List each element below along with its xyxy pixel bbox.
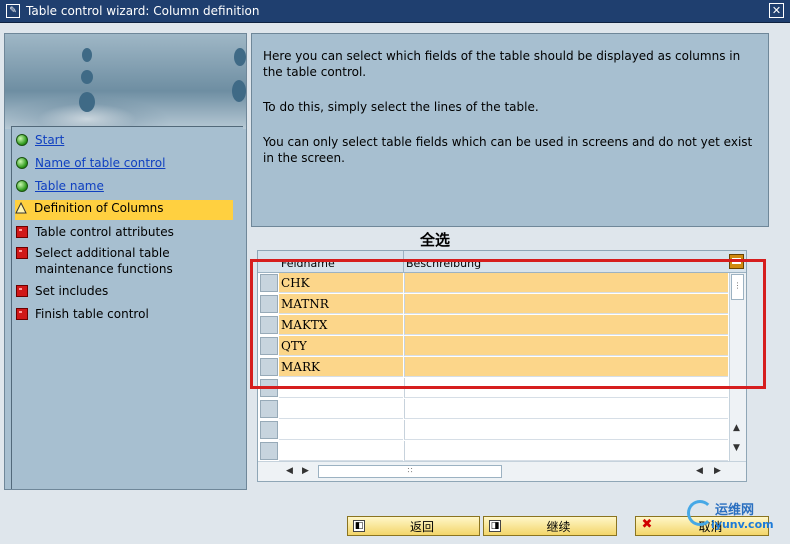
watermark-url: iyunv.com [711,518,774,531]
watermark-text: 运维网 [715,503,755,518]
step-label: Definition of Columns [34,201,164,215]
step-select-additional-functions: Select additional table maintenance func… [16,245,234,277]
continue-label: 继续 [546,519,571,534]
selection-highlight-box [250,259,766,389]
done-icon [16,157,28,169]
scroll-down-icon[interactable]: ▼ [733,443,740,453]
step-table-name[interactable]: Table name [16,178,234,194]
continue-icon: ◨ [489,520,501,532]
step-label[interactable]: Table name [35,178,104,194]
scroll-right-end-icon[interactable]: ▶ [714,466,721,476]
back-icon: ◧ [353,520,365,532]
water-drop-image [5,34,246,129]
instruction-text: Here you can select which fields of the … [263,49,741,79]
step-name-of-table-control[interactable]: Name of table control [16,155,234,171]
row-selector[interactable] [260,400,278,418]
title-bar: ✎ Table control wizard: Column definitio… [0,0,790,23]
step-label[interactable]: Name of table control [35,155,165,171]
step-table-control-attributes: Table control attributes [16,224,234,240]
horizontal-scrollbar[interactable]: ◀ ▶ ∷ ◀ ▶ [258,461,746,481]
cancel-icon: ✖ [641,517,653,532]
pending-icon [16,308,28,320]
scroll-up-icon[interactable]: ▲ [733,423,740,433]
instructions-panel: Here you can select which fields of the … [251,33,769,227]
empty-row[interactable] [258,420,728,441]
done-icon [16,180,28,192]
close-icon[interactable]: ✕ [769,3,784,18]
hscroll-thumb[interactable]: ∷ [318,465,502,478]
wizard-icon: ✎ [6,4,20,18]
step-start[interactable]: Start [16,132,234,148]
step-set-includes: Set includes [16,283,234,299]
pending-icon [16,247,28,259]
watermark: 运维网 iyunv.com [685,496,785,540]
instruction-text: To do this, simply select the lines of t… [263,100,539,114]
back-button[interactable]: ◧ 返回 [347,516,480,536]
row-selector[interactable] [260,442,278,460]
step-label: Table control attributes [35,225,174,239]
empty-row[interactable] [258,399,728,420]
pending-icon [16,285,28,297]
step-definition-of-columns: Definition of Columns [15,200,233,220]
select-all-annotation: 全选 [420,231,451,249]
wizard-steps-panel: Start Name of table control Table name D… [4,33,247,490]
instruction-text: You can only select table fields which c… [263,135,753,165]
step-list: Start Name of table control Table name D… [11,126,243,489]
done-icon [16,134,28,146]
step-label: Set includes [35,284,109,298]
row-selector[interactable] [260,421,278,439]
scroll-left-icon[interactable]: ◀ [286,466,293,476]
continue-button[interactable]: ◨ 继续 [483,516,617,536]
step-label: Select additional table maintenance func… [35,246,173,276]
scroll-right-icon[interactable]: ▶ [302,466,309,476]
step-finish-table-control: Finish table control [16,306,234,322]
watermark-logo-icon [687,500,713,526]
window-title: Table control wizard: Column definition [26,4,260,18]
back-label: 返回 [409,519,434,534]
empty-row[interactable] [258,441,728,462]
pending-icon [16,226,28,238]
scroll-left-end-icon[interactable]: ◀ [696,466,703,476]
warning-icon [15,202,27,214]
step-label: Finish table control [35,307,149,321]
step-label[interactable]: Start [35,132,64,148]
